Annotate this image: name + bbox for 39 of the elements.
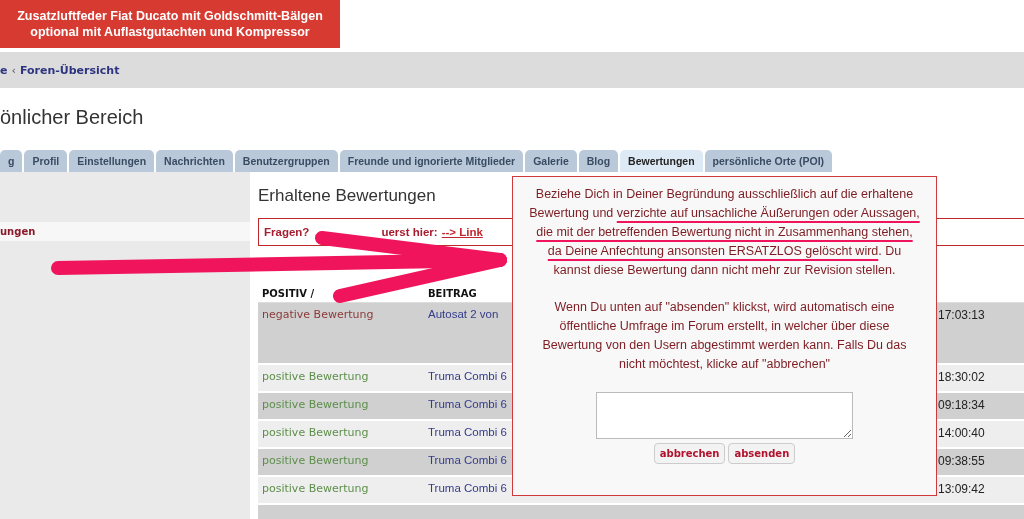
tab[interactable]: Einstellungen [69,150,155,172]
tab[interactable]: g [0,150,23,172]
tab[interactable]: Blog [578,150,619,172]
table-cell-text: negative Bewertung [261,308,375,321]
notice-text: uerst hier: [381,226,438,238]
table-cell-text: 14:00:40 [937,426,986,440]
tab[interactable]: Freunde und ignorierte Mitglieder [339,150,524,172]
breadcrumb-link[interactable]: Foren-Übersicht [19,63,120,77]
table-cell-text: 09:38:55 [937,454,986,468]
table-cell-text: 09:18:34 [937,398,986,412]
table-cell-text: positive Bewertung [261,398,370,411]
dialog-text: Beziehe Dich in Deiner Begründung ausschließlich auf die erhaltene Bewertung und verzichte auf unsachliche Äußerungen oder Aussagen, die mit der betreffenden Bewertung nicht in Zusammenhang stehen, da Deine Anfechtung ansonsten ERSATZLOS gelöscht wird. Du kannst diese Bewertung dann nicht mehr zur Revision stellen. [528,186,921,279]
table-cell-text: positive Bewertung [261,370,370,383]
tab[interactable]: Profil [24,150,68,172]
table-cell-text: positive Bewertung [261,454,370,467]
tab[interactable]: Benutzergruppen [234,150,338,172]
notice-text: Fragen? [264,226,310,238]
tab[interactable]: Galerie [525,150,577,172]
dialog-button[interactable]: absenden [728,443,796,464]
section-title: Erhaltene Bewertungen [258,185,436,207]
table-cell-text: positive Bewertung [261,426,370,439]
tab[interactable]: persönliche Orte (POI) [704,150,833,172]
ad-banner[interactable]: Zusatzluftfeder Fiat Ducato mit Goldschmitt-Bälgen optional mit Auflastgutachten und Kompressor [0,0,340,48]
sidebar-item[interactable]: ungen [0,222,250,241]
notice-link[interactable]: --> Link [441,226,483,238]
dialog-button[interactable]: abbrechen [653,443,726,464]
tab[interactable]: Nachrichten [156,150,233,172]
dialog-text: Wenn Du unten auf "absenden" klickst, wird automatisch eine öffentliche Umfrage im Forum erstellt, in welcher über diese Bewertung von den Usern abgestimmt werden kann. Falls Du das nicht möchtest, klicke auf "abbrechen" [541,299,908,373]
table-cell-text: positive Bewertung [261,482,370,495]
reason-input-field[interactable] [596,392,853,439]
page-title: önlicher Bereich [0,105,145,130]
column-header: BEITRAG [428,287,478,299]
breadcrumb-link[interactable]: e [0,63,8,77]
breadcrumb-separator: ‹ [11,63,16,77]
tab[interactable]: Bewertungen [620,150,703,172]
column-header: POSITIV / [261,287,316,299]
table-cell-text: 18:30:02 [937,370,986,384]
table-cell-text: 13:09:42 [937,482,986,496]
table-cell-text: 17:03:13 [937,308,986,322]
